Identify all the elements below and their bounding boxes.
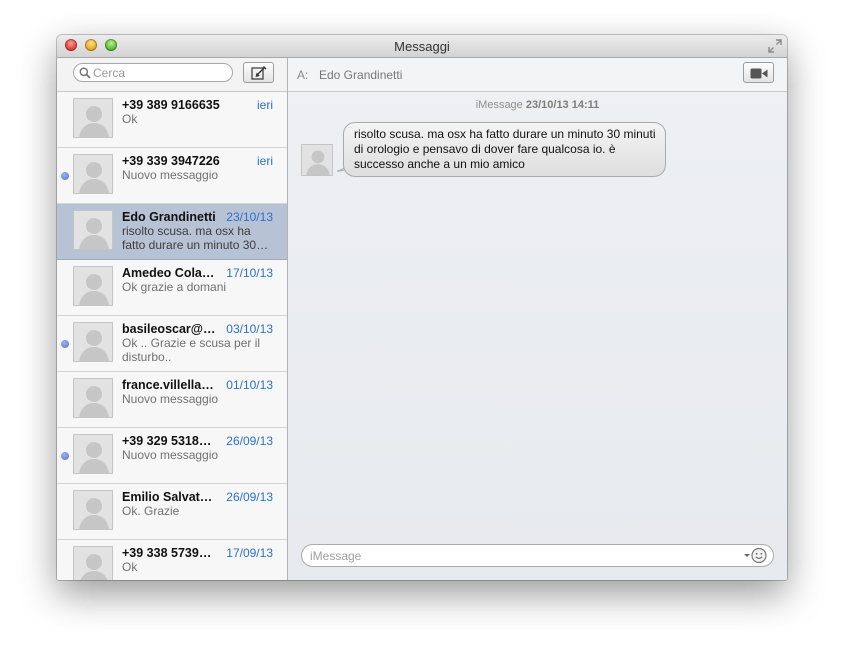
conversation-row[interactable]: Edo Grandinetti 23/10/13 risolto scusa. ma… [57, 204, 287, 260]
message-timestamp-header: iMessage 23/10/13 14:11 [288, 99, 787, 111]
conversation-preview: Nuovo messaggio [122, 448, 219, 462]
window-title: Messaggi [394, 39, 450, 54]
video-call-button[interactable] [743, 62, 774, 83]
compose-button[interactable] [243, 62, 274, 83]
conversation-date: 26/09/13 [226, 434, 273, 448]
conversation-preview: Nuovo messaggio [122, 392, 219, 406]
contact-avatar [73, 378, 113, 418]
message-input-bar[interactable] [301, 544, 774, 567]
search-icon [79, 67, 91, 79]
conversation-date: ieri [256, 154, 273, 168]
person-silhouette-icon [74, 491, 112, 529]
conversation-preview: Ok. Grazie [122, 504, 180, 518]
contact-avatar [73, 154, 113, 194]
conversation-list: +39 389 9166635 ieri Ok +39 339 3947226 ieri… [57, 92, 287, 580]
conversation-name: +39 329 5318… [122, 434, 212, 448]
contact-avatar [73, 546, 113, 580]
conversation-preview: Ok [122, 560, 138, 574]
conversation-row[interactable]: +39 338 5739… 17/09/13 Ok [57, 540, 287, 580]
person-silhouette-icon [74, 435, 112, 473]
message-bubble[interactable]: risolto scusa. ma osx ha fatto durare un… [343, 122, 666, 177]
conversation-name: +39 339 3947226 [122, 154, 220, 168]
conversation-name: +39 338 5739… [122, 546, 212, 560]
conversation-name: +39 389 9166635 [122, 98, 220, 112]
conversation-name: Emilio Salvat… [122, 490, 213, 504]
message-input[interactable] [310, 548, 730, 563]
conversation-row[interactable]: Emilio Salvat… 26/09/13 Ok. Grazie [57, 484, 287, 540]
conversation-preview: Ok .. Grazie e scusa per il disturbo.. [122, 336, 261, 364]
contact-avatar [73, 490, 113, 530]
person-silhouette-icon [74, 155, 112, 193]
contact-avatar [73, 98, 113, 138]
conversation-preview: Ok grazie a domani [122, 280, 227, 294]
conversation-date: 23/10/13 [226, 210, 273, 224]
person-silhouette-icon [302, 145, 332, 175]
unread-indicator [61, 452, 69, 460]
conversation-row[interactable]: Amedeo Cola… 17/10/13 Ok grazie a domani [57, 260, 287, 316]
conversation-preview: Nuovo messaggio [122, 168, 219, 182]
title-bar[interactable]: Messaggi [57, 35, 787, 58]
conversation-name: Edo Grandinetti [122, 210, 216, 224]
conversation-name: Amedeo Cola… [122, 266, 215, 280]
conversation-row[interactable]: basileoscar@… 03/10/13 Ok .. Grazie e scus… [57, 316, 287, 372]
conversation-preview: risolto scusa. ma osx ha fatto durare un… [122, 224, 269, 252]
fullscreen-icon[interactable] [768, 39, 782, 53]
contact-avatar [73, 210, 113, 250]
conversation-row[interactable]: +39 329 5318… 26/09/13 Nuovo messaggio [57, 428, 287, 484]
conversation-row[interactable]: +39 339 3947226 ieri Nuovo messaggio [57, 148, 287, 204]
search-input[interactable] [93, 65, 225, 80]
search-field[interactable] [73, 63, 233, 82]
unread-indicator [61, 172, 69, 180]
contact-avatar [73, 322, 113, 362]
conversation-row[interactable]: france.villella… 01/10/13 Nuovo messaggio [57, 372, 287, 428]
unread-indicator [61, 340, 69, 348]
sender-avatar [301, 144, 333, 176]
conversation-date: 17/09/13 [226, 546, 273, 560]
person-silhouette-icon [74, 323, 112, 361]
conversation-date: 17/10/13 [226, 266, 273, 280]
sidebar-header [57, 58, 287, 92]
recipient-bar: A: Edo Grandinetti [288, 58, 787, 92]
conversation-row[interactable]: +39 389 9166635 ieri Ok [57, 92, 287, 148]
person-silhouette-icon [74, 267, 112, 305]
person-silhouette-icon [74, 379, 112, 417]
conversation-date: 01/10/13 [226, 378, 273, 392]
conversation-date: 26/09/13 [226, 490, 273, 504]
chat-pane: A: Edo Grandinetti iMessage 23/10/13 14:… [288, 58, 787, 580]
conversation-sidebar: +39 389 9166635 ieri Ok +39 339 3947226 ieri… [57, 58, 288, 580]
compose-icon [251, 66, 267, 80]
messages-window: Messaggi +39 389 9166635 ieri Ok +39 339 39… [57, 35, 787, 580]
conversation-preview: Ok [122, 112, 138, 126]
conversation-date: ieri [256, 98, 273, 112]
contact-avatar [73, 434, 113, 474]
conversation-name: basileoscar@… [122, 322, 216, 336]
conversation-date: 03/10/13 [226, 322, 273, 336]
message-timestamp: 23/10/13 14:11 [525, 99, 600, 111]
service-label: iMessage [475, 99, 523, 111]
smiley-icon[interactable] [742, 547, 768, 564]
conversation-name: france.villella… [122, 378, 214, 392]
person-silhouette-icon [74, 99, 112, 137]
recipient-name[interactable]: Edo Grandinetti [319, 68, 402, 82]
to-label: A: [297, 68, 309, 82]
person-silhouette-icon [74, 547, 112, 580]
video-camera-icon [750, 68, 768, 79]
person-silhouette-icon [74, 211, 112, 249]
contact-avatar [73, 266, 113, 306]
